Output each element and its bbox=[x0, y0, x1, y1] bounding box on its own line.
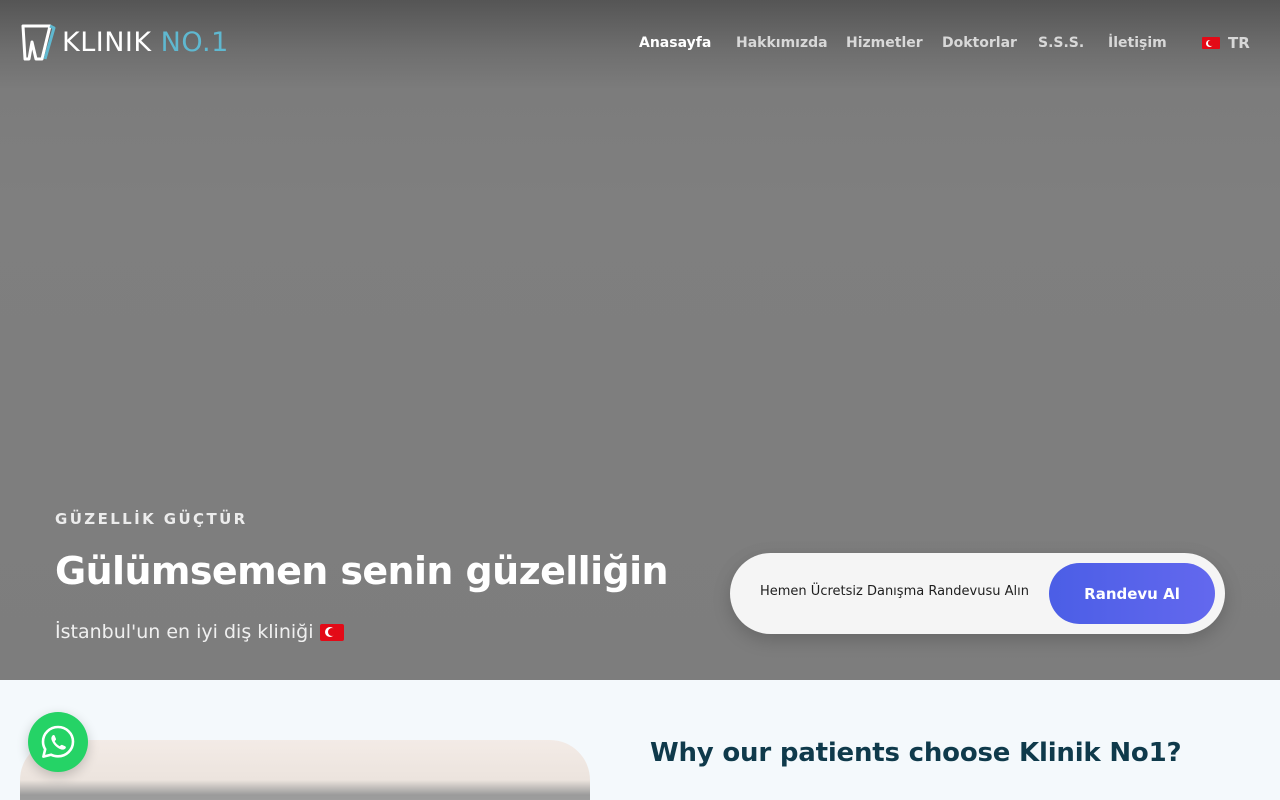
nav-item-hakkimizda[interactable]: Hakkımızda bbox=[736, 34, 828, 52]
hero-headline: Gülümsemen senin güzelliğin bbox=[55, 549, 669, 593]
turkey-flag-icon bbox=[1202, 37, 1220, 49]
nav-item-doktorlar[interactable]: Doktorlar bbox=[942, 34, 1017, 52]
hero-subtitle-text: İstanbul'un en iyi diş kliniği bbox=[55, 621, 314, 643]
language-switcher[interactable]: TR bbox=[1202, 34, 1250, 52]
whatsapp-icon bbox=[41, 725, 75, 758]
whatsapp-chat-button[interactable] bbox=[28, 712, 88, 772]
nav-item-iletisim[interactable]: İletişim bbox=[1108, 34, 1167, 52]
nav-item-sss[interactable]: S.S.S. bbox=[1038, 34, 1084, 52]
nav-item-hizmetler[interactable]: Hizmetler bbox=[846, 34, 923, 52]
turkey-flag-icon bbox=[320, 623, 345, 641]
language-label: TR bbox=[1228, 34, 1250, 52]
hero-eyebrow: GÜZELLİK GÜÇTÜR bbox=[55, 510, 248, 528]
why-choose-section: Why our patients choose Klinik No1? bbox=[0, 680, 1280, 800]
nav-item-anasayfa[interactable]: Anasayfa bbox=[639, 34, 711, 52]
section-title: Why our patients choose Klinik No1? bbox=[650, 738, 1182, 768]
clinic-image bbox=[20, 740, 590, 800]
main-nav: Anasayfa Hakkımızda Hizmetler Doktorlar … bbox=[0, 34, 1280, 54]
hero-section: KLINIK NO.1 Anasayfa Hakkımızda Hizmetle… bbox=[0, 0, 1280, 680]
appointment-cta-box: Hemen Ücretsiz Danışma Randevusu Alın Ra… bbox=[730, 553, 1225, 634]
appointment-button[interactable]: Randevu Al bbox=[1049, 563, 1215, 624]
cta-text: Hemen Ücretsiz Danışma Randevusu Alın bbox=[760, 584, 1029, 599]
hero-subtitle: İstanbul'un en iyi diş kliniği bbox=[55, 621, 345, 643]
